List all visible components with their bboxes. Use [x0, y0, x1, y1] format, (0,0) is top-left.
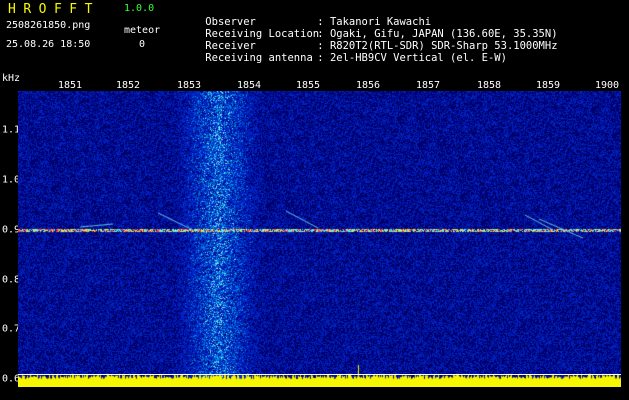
x-tick-label: 1900 — [594, 80, 620, 91]
x-tick-label: 1853 — [176, 80, 202, 91]
x-tick-label: 1859 — [535, 80, 561, 91]
info-key: Receiving antenna — [205, 51, 313, 64]
info-value: : 2el-HB9CV Vertical (el. E-W) — [317, 51, 507, 64]
meteor-count: 0 — [139, 39, 146, 50]
info-row-antenna: Receiving antenna : 2el-HB9CV Vertical (e… — [180, 42, 507, 74]
meteor-label: meteor — [124, 25, 161, 36]
header-panel: HROFFT 1.0.0 2508261850.png meteor 25.08… — [0, 0, 629, 72]
signal-baseline — [18, 374, 621, 375]
x-tick-label: 1858 — [476, 80, 502, 91]
app-version: 1.0.0 — [124, 3, 155, 14]
spectrogram-canvas — [18, 91, 621, 387]
x-tick-label: 1852 — [115, 80, 141, 91]
x-tick-label: 1851 — [57, 80, 83, 91]
x-tick-label: 1856 — [355, 80, 381, 91]
axis-unit-label: kHz — [2, 73, 21, 84]
x-tick-label: 1857 — [415, 80, 441, 91]
spectrogram-plot[interactable] — [18, 91, 621, 387]
x-tick-label: 1854 — [236, 80, 262, 91]
file-name: 2508261850.png — [6, 20, 91, 31]
app-title: HROFFT — [8, 2, 100, 17]
x-tick-label: 1855 — [295, 80, 321, 91]
capture-time: 25.08.26 18:50 — [6, 39, 91, 50]
